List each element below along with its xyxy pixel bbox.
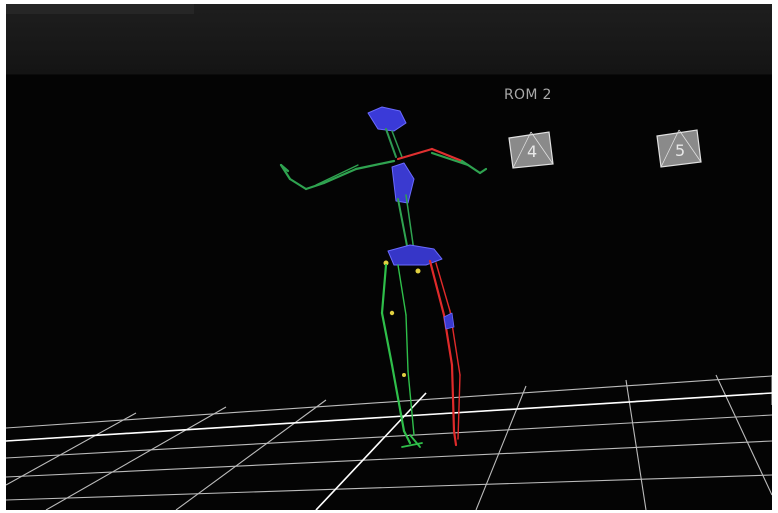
- skeleton[interactable]: [279, 106, 488, 448]
- skeleton-knee-markers: [389, 310, 455, 377]
- camera-4-icon[interactable]: 4: [508, 131, 554, 169]
- camera-5-label: 5: [675, 141, 685, 160]
- camera-5-icon[interactable]: 5: [656, 129, 702, 168]
- toolbar-tab[interactable]: [6, 4, 194, 14]
- skeleton-right-arm: [396, 147, 488, 175]
- 3d-viewport[interactable]: 4 5: [6, 75, 772, 510]
- skeleton-torso: [391, 162, 415, 252]
- camera-4-label: 4: [527, 142, 537, 161]
- viewport-frame: ROM 2 4 5: [6, 4, 772, 510]
- viewport-scene[interactable]: 4 5: [6, 75, 772, 510]
- viewport-toolbar: [6, 4, 772, 75]
- floor-grid: [6, 374, 772, 510]
- skeleton-left-arm: [279, 159, 396, 191]
- skeleton-head: [367, 106, 407, 158]
- skeleton-left-leg: [380, 263, 423, 448]
- skeleton-right-leg: [428, 259, 461, 447]
